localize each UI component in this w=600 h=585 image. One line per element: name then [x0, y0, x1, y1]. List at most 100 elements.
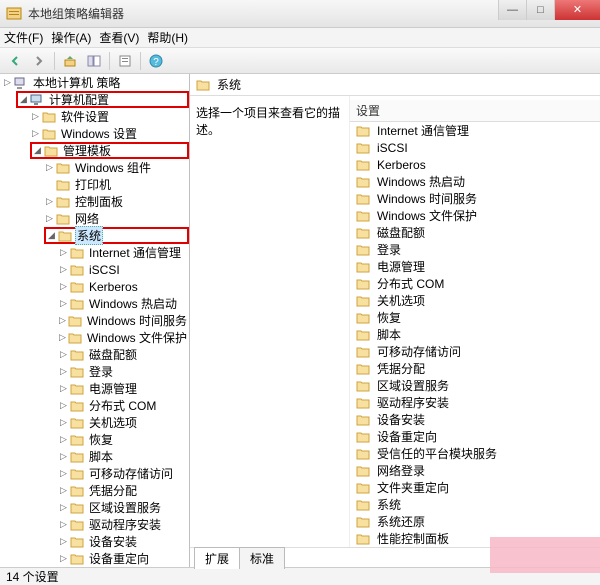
tree-software-settings[interactable]: ▷软件设置 — [30, 108, 189, 125]
tab-standard[interactable]: 标准 — [239, 547, 285, 569]
expand-icon[interactable]: ▷ — [58, 264, 69, 275]
expand-icon[interactable]: ▷ — [58, 417, 69, 428]
list-item[interactable]: 受信任的平台模块服务 — [350, 445, 600, 462]
tree-item[interactable]: ▷恢复 — [58, 431, 189, 448]
tree-item[interactable]: ▷Windows 文件保护 — [58, 329, 189, 346]
tree-printers[interactable]: ▷打印机 — [44, 176, 189, 193]
list-item[interactable]: Windows 热启动 — [350, 173, 600, 190]
tree-item[interactable]: ▷可移动存储访问 — [58, 465, 189, 482]
collapse-icon[interactable]: ◢ — [32, 145, 43, 156]
list-item[interactable]: 电源管理 — [350, 258, 600, 275]
expand-icon[interactable]: ▷ — [58, 366, 69, 377]
properties-button[interactable] — [114, 51, 136, 71]
expand-icon[interactable]: ▷ — [58, 247, 69, 258]
tree-item[interactable]: ▷脚本 — [58, 448, 189, 465]
tree-item[interactable]: ▷Kerberos — [58, 278, 189, 295]
expand-icon[interactable]: ▷ — [58, 349, 69, 360]
tree-item[interactable]: ▷凭据分配 — [58, 482, 189, 499]
tree-item[interactable]: ▷关机选项 — [58, 414, 189, 431]
list-item[interactable]: 登录 — [350, 241, 600, 258]
tree-item[interactable]: ▷驱动程序安装 — [58, 516, 189, 533]
list-item[interactable]: iSCSI — [350, 139, 600, 156]
tree-item[interactable]: ▷iSCSI — [58, 261, 189, 278]
tree-control-panel[interactable]: ▷控制面板 — [44, 193, 189, 210]
expand-icon[interactable]: ▷ — [30, 128, 41, 139]
tree-root[interactable]: ▷ 本地计算机 策略 — [2, 74, 189, 91]
expand-icon[interactable]: ▷ — [44, 213, 55, 224]
tree-item[interactable]: ▷设备重定向 — [58, 550, 189, 567]
tree-item[interactable]: ▷分布式 COM — [58, 397, 189, 414]
expand-icon[interactable]: ▷ — [58, 451, 69, 462]
show-hide-tree-button[interactable] — [83, 51, 105, 71]
tree-windows-components[interactable]: ▷Windows 组件 — [44, 159, 189, 176]
tree-item[interactable]: ▷Internet 通信管理 — [58, 244, 189, 261]
menu-action[interactable]: 操作(A) — [51, 29, 91, 46]
list-item[interactable]: Internet 通信管理 — [350, 122, 600, 139]
expand-icon[interactable]: ▷ — [44, 162, 55, 173]
tree-item[interactable]: ▷Windows 热启动 — [58, 295, 189, 312]
expand-icon[interactable]: ▷ — [58, 298, 69, 309]
list-item[interactable]: 驱动程序安装 — [350, 394, 600, 411]
tree-system[interactable]: ◢系统 — [44, 227, 189, 244]
expand-icon[interactable]: ▷ — [58, 485, 69, 496]
tree-pane[interactable]: ▷ 本地计算机 策略 ◢ 计算机配置 ▷软件设置 ▷Windows 设置 — [0, 74, 190, 567]
expand-icon[interactable]: ▷ — [30, 111, 41, 122]
menu-view[interactable]: 查看(V) — [99, 29, 139, 46]
minimize-button[interactable]: — — [498, 0, 526, 20]
list-item[interactable]: 可移动存储访问 — [350, 343, 600, 360]
expand-icon[interactable]: ▷ — [58, 400, 69, 411]
expand-icon[interactable]: ▷ — [58, 502, 69, 513]
close-button[interactable]: ✕ — [554, 0, 600, 20]
list-item[interactable]: Windows 时间服务 — [350, 190, 600, 207]
list-item[interactable]: 分布式 COM — [350, 275, 600, 292]
tree-item[interactable]: ▷设备安装 — [58, 533, 189, 550]
list-item[interactable]: 凭据分配 — [350, 360, 600, 377]
expand-icon[interactable]: ▷ — [58, 553, 69, 564]
collapse-icon[interactable]: ◢ — [46, 230, 57, 241]
list-item[interactable]: 关机选项 — [350, 292, 600, 309]
expand-icon[interactable]: ▷ — [58, 332, 67, 343]
menu-help[interactable]: 帮助(H) — [147, 29, 188, 46]
forward-button[interactable] — [28, 51, 50, 71]
tree-item[interactable]: ▷Windows 时间服务 — [58, 312, 189, 329]
tree-item[interactable]: ▷区域设置服务 — [58, 499, 189, 516]
tree-item[interactable]: ▷登录 — [58, 363, 189, 380]
help-button[interactable]: ? — [145, 51, 167, 71]
tab-extended[interactable]: 扩展 — [194, 547, 240, 569]
expand-icon[interactable]: ▷ — [58, 536, 69, 547]
list-item[interactable]: Windows 文件保护 — [350, 207, 600, 224]
expand-icon[interactable]: ▷ — [44, 196, 55, 207]
column-header-settings[interactable]: 设置 — [350, 100, 600, 122]
expand-icon[interactable]: ▷ — [58, 468, 69, 479]
tree-item[interactable]: ▷磁盘配额 — [58, 346, 189, 363]
collapse-icon[interactable]: ◢ — [18, 94, 29, 105]
list-item[interactable]: 磁盘配额 — [350, 224, 600, 241]
settings-list[interactable]: 设置 Internet 通信管理iSCSIKerberosWindows 热启动… — [350, 96, 600, 547]
tree-admin-templates[interactable]: ◢管理模板 — [30, 142, 189, 159]
list-item[interactable]: 网络登录 — [350, 462, 600, 479]
maximize-button[interactable]: □ — [526, 0, 554, 20]
expand-icon[interactable]: ▷ — [2, 77, 13, 88]
list-item[interactable]: 脚本 — [350, 326, 600, 343]
list-item[interactable]: 设备重定向 — [350, 428, 600, 445]
list-item[interactable]: 恢复 — [350, 309, 600, 326]
expand-icon[interactable]: ▷ — [58, 434, 69, 445]
menu-file[interactable]: 文件(F) — [4, 29, 43, 46]
tree-windows-settings[interactable]: ▷Windows 设置 — [30, 125, 189, 142]
list-item[interactable]: 系统 — [350, 496, 600, 513]
back-button[interactable] — [4, 51, 26, 71]
tree-computer-config[interactable]: ◢ 计算机配置 — [16, 91, 189, 108]
list-item[interactable]: 设备安装 — [350, 411, 600, 428]
tree-label: 电源管理 — [87, 380, 139, 397]
up-button[interactable] — [59, 51, 81, 71]
list-item[interactable]: 系统还原 — [350, 513, 600, 530]
list-item[interactable]: Kerberos — [350, 156, 600, 173]
list-item[interactable]: 区域设置服务 — [350, 377, 600, 394]
list-item[interactable]: 文件夹重定向 — [350, 479, 600, 496]
expand-icon[interactable]: ▷ — [58, 315, 67, 326]
expand-icon[interactable]: ▷ — [58, 383, 69, 394]
expand-icon[interactable]: ▷ — [58, 281, 69, 292]
tree-item[interactable]: ▷ 电源管理 — [58, 380, 189, 397]
tree-network[interactable]: ▷网络 — [44, 210, 189, 227]
expand-icon[interactable]: ▷ — [58, 519, 69, 530]
